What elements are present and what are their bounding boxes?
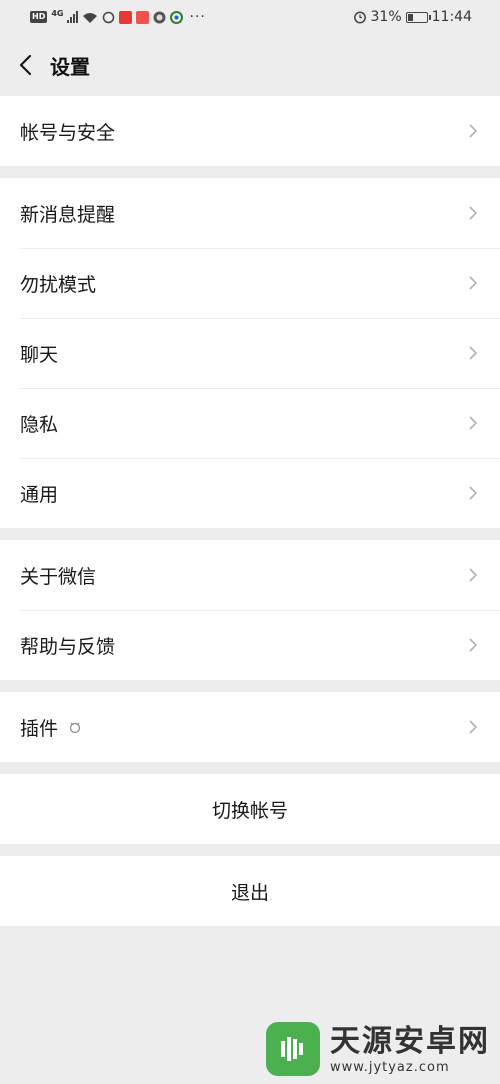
chevron-right-icon <box>468 122 480 140</box>
group-separator <box>0 680 500 692</box>
group-separator <box>0 166 500 178</box>
group-separator <box>0 844 500 856</box>
page-title: 设置 <box>50 54 90 79</box>
settings-item-general[interactable]: 通用 <box>0 458 500 528</box>
group-separator <box>0 762 500 774</box>
status-bar-right: 31% 11:44 <box>353 9 472 25</box>
watermark-logo-icon <box>266 1022 320 1076</box>
nav-bar: 设置 <box>0 34 500 96</box>
chevron-right-icon <box>468 274 480 292</box>
hd-badge: HD <box>30 11 48 23</box>
switch-account-button[interactable]: 切换帐号 <box>0 774 500 844</box>
signal-icon <box>67 11 79 23</box>
settings-item-label: 隐私 <box>20 413 59 436</box>
watermark-url: www.jytyaz.com <box>330 1059 450 1075</box>
settings-item-label: 勿扰模式 <box>20 273 97 296</box>
more-notifications-indicator: ··· <box>189 9 206 25</box>
settings-item-label: 插件 <box>20 717 59 740</box>
app-notification-icon <box>170 10 184 24</box>
settings-item-label-wrap: 插件 <box>20 714 468 741</box>
settings-item-help-feedback[interactable]: 帮助与反馈 <box>0 610 500 680</box>
settings-item-label: 关于微信 <box>20 565 97 588</box>
settings-item-privacy[interactable]: 隐私 <box>0 388 500 458</box>
chevron-right-icon <box>468 344 480 362</box>
app-notification-icon <box>153 11 166 23</box>
app-notification-icon <box>136 10 150 24</box>
status-bar: HD 4G ··· 31% 11:44 <box>0 0 500 34</box>
status-bar-left: HD 4G ··· <box>30 9 206 25</box>
settings-item-label: 通用 <box>20 483 59 506</box>
chevron-right-icon <box>468 204 480 222</box>
chevron-left-icon <box>19 54 32 76</box>
back-button[interactable] <box>14 54 36 76</box>
plugin-icon <box>68 720 82 734</box>
settings-item-label: 新消息提醒 <box>20 203 116 226</box>
settings-group-about: 关于微信 帮助与反馈 <box>0 540 500 680</box>
settings-group-general: 新消息提醒 勿扰模式 聊天 隐私 通用 <box>0 178 500 528</box>
settings-item-about-wechat[interactable]: 关于微信 <box>0 540 500 610</box>
watermark: 天源安卓网 www.jytyaz.com <box>266 1022 490 1076</box>
network-type-label: 4G <box>51 8 64 18</box>
chevron-right-icon <box>468 636 480 654</box>
group-separator <box>0 528 500 540</box>
logout-button[interactable]: 退出 <box>0 856 500 926</box>
settings-group-account: 帐号与安全 <box>0 96 500 166</box>
settings-item-label: 聊天 <box>20 343 59 366</box>
chevron-right-icon <box>468 484 480 502</box>
clock: 11:44 <box>431 9 472 25</box>
settings-item-notifications[interactable]: 新消息提醒 <box>0 178 500 248</box>
chevron-right-icon <box>468 566 480 584</box>
watermark-text: 天源安卓网 www.jytyaz.com <box>330 1024 490 1075</box>
settings-item-chat[interactable]: 聊天 <box>0 318 500 388</box>
settings-item-plugins[interactable]: 插件 <box>0 692 500 762</box>
settings-item-account-security[interactable]: 帐号与安全 <box>0 96 500 166</box>
wifi-icon <box>83 12 98 23</box>
app-notification-icon <box>119 10 133 24</box>
chevron-right-icon <box>468 718 480 736</box>
settings-group-plugins: 插件 <box>0 692 500 762</box>
alarm-icon <box>353 11 366 24</box>
battery-fill <box>407 13 413 21</box>
settings-item-label: 帐号与安全 <box>20 121 116 144</box>
settings-item-do-not-disturb[interactable]: 勿扰模式 <box>0 248 500 318</box>
chevron-right-icon <box>468 414 480 432</box>
settings-item-label: 帮助与反馈 <box>20 635 116 658</box>
battery-percent: 31% <box>370 9 402 25</box>
sync-icon <box>103 11 115 23</box>
watermark-title: 天源安卓网 <box>330 1023 490 1059</box>
battery-icon <box>405 11 431 23</box>
